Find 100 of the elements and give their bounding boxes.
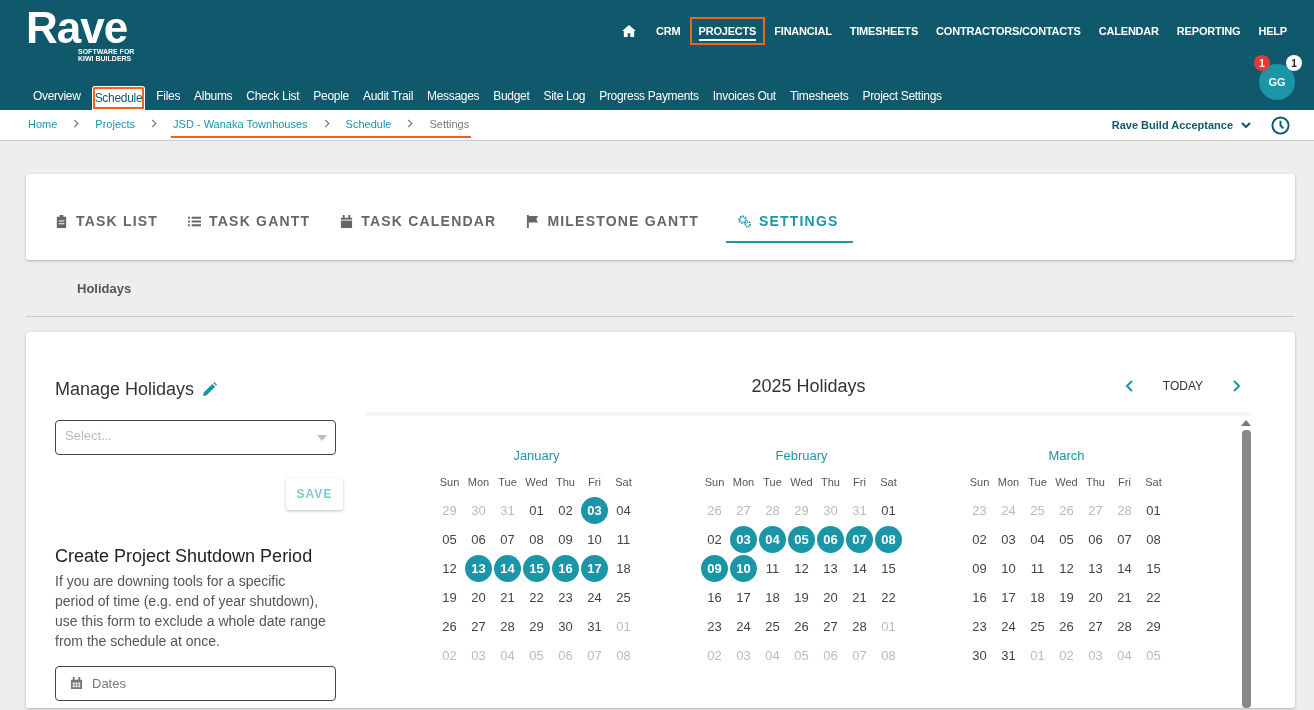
calendar-day[interactable]: 25 xyxy=(1025,614,1050,639)
calendar-day[interactable]: 25 xyxy=(760,614,785,639)
calendar-day[interactable]: 30 xyxy=(553,614,578,639)
calendar-day[interactable]: 09 xyxy=(967,556,992,581)
project-tab[interactable]: Overview xyxy=(26,82,88,110)
calendar-day[interactable]: 01 xyxy=(524,498,549,523)
calendar-day[interactable]: 26 xyxy=(1054,614,1079,639)
calendar-day[interactable]: 11 xyxy=(760,556,785,581)
calendar-day[interactable]: 28 xyxy=(1112,614,1137,639)
calendar-day[interactable]: 23 xyxy=(702,614,727,639)
calendar-day[interactable]: 30 xyxy=(967,643,992,668)
nav-link[interactable]: CONTRACTORS/CONTACTS xyxy=(929,19,1088,43)
notification-badge[interactable]: 1 xyxy=(1254,55,1270,71)
breadcrumb-link[interactable]: JSD - Wanaka Townhouses xyxy=(171,110,310,138)
project-tab[interactable]: Invoices Out xyxy=(705,82,783,110)
calendar-day[interactable]: 27 xyxy=(818,614,843,639)
view-tab[interactable]: TASK GANTT xyxy=(185,201,326,243)
project-tab[interactable]: Project Settings xyxy=(855,82,949,110)
view-tab[interactable]: MILESTONE GANTT xyxy=(523,201,714,243)
today-button[interactable]: TODAY xyxy=(1162,379,1203,393)
calendar-day[interactable]: 11 xyxy=(611,527,636,552)
calendar-day[interactable]: 04 xyxy=(611,498,636,523)
calendar-day[interactable]: 27 xyxy=(1083,614,1108,639)
calendar-day[interactable]: 21 xyxy=(495,585,520,610)
calendar-day[interactable]: 03 xyxy=(996,527,1021,552)
project-tab[interactable]: Files xyxy=(149,82,188,110)
holiday-day[interactable]: 04 xyxy=(759,526,786,553)
breadcrumb-link[interactable]: Home xyxy=(26,110,60,138)
calendar-day[interactable]: 05 xyxy=(1054,527,1079,552)
calendar-day[interactable]: 08 xyxy=(1141,527,1166,552)
calendar-day[interactable]: 05 xyxy=(437,527,462,552)
calendar-day[interactable]: 11 xyxy=(1025,556,1050,581)
project-tab[interactable]: Timesheets xyxy=(782,82,856,110)
notification-badge[interactable]: 1 xyxy=(1286,55,1302,71)
project-tab[interactable]: Audit Trail xyxy=(355,82,420,110)
calendar-day[interactable]: 27 xyxy=(466,614,491,639)
holiday-day[interactable]: 10 xyxy=(730,555,757,582)
nav-link[interactable]: TIMESHEETS xyxy=(842,19,926,43)
holiday-day[interactable]: 03 xyxy=(730,526,757,553)
holiday-day[interactable]: 15 xyxy=(523,555,550,582)
calendar-day[interactable]: 28 xyxy=(495,614,520,639)
project-tab[interactable]: Messages xyxy=(420,82,487,110)
holiday-day[interactable]: 17 xyxy=(581,555,608,582)
calendar-day[interactable]: 13 xyxy=(818,556,843,581)
calendar-day[interactable]: 02 xyxy=(553,498,578,523)
calendar-day[interactable]: 12 xyxy=(789,556,814,581)
calendar-day[interactable]: 22 xyxy=(876,585,901,610)
holiday-day[interactable]: 07 xyxy=(846,526,873,553)
calendar-day[interactable]: 22 xyxy=(1141,585,1166,610)
project-tab[interactable]: Budget xyxy=(486,82,537,110)
calendar-day[interactable]: 19 xyxy=(789,585,814,610)
calendar-day[interactable]: 09 xyxy=(553,527,578,552)
calendar-day[interactable]: 25 xyxy=(611,585,636,610)
view-tab[interactable]: TASK CALENDAR xyxy=(337,201,512,243)
logo-wordmark[interactable]: Rave xyxy=(26,8,128,48)
nav-link[interactable]: CRM xyxy=(649,19,688,43)
calendar-day[interactable]: 20 xyxy=(1083,585,1108,610)
calendar-day[interactable]: 07 xyxy=(1112,527,1137,552)
calendar-day[interactable]: 16 xyxy=(702,585,727,610)
calendar-day[interactable]: 14 xyxy=(1112,556,1137,581)
holiday-day[interactable]: 13 xyxy=(465,555,492,582)
holiday-day[interactable]: 08 xyxy=(875,526,902,553)
calendar-day[interactable]: 24 xyxy=(731,614,756,639)
calendar-day[interactable]: 22 xyxy=(524,585,549,610)
breadcrumb-link[interactable]: Schedule xyxy=(343,110,394,138)
view-tab[interactable]: SETTINGS xyxy=(725,201,853,243)
calendar-day[interactable]: 12 xyxy=(437,556,462,581)
calendar-day[interactable]: 12 xyxy=(1054,556,1079,581)
project-tab[interactable]: Schedule xyxy=(91,86,146,110)
calendar-day[interactable]: 02 xyxy=(702,527,727,552)
holiday-day[interactable]: 14 xyxy=(494,555,521,582)
calendar-day[interactable]: 17 xyxy=(996,585,1021,610)
calendar-day[interactable]: 21 xyxy=(847,585,872,610)
calendar-day[interactable]: 18 xyxy=(611,556,636,581)
calendar-day[interactable]: 15 xyxy=(876,556,901,581)
calendar-day[interactable]: 19 xyxy=(437,585,462,610)
calendar-day[interactable]: 14 xyxy=(847,556,872,581)
calendar-day[interactable]: 31 xyxy=(996,643,1021,668)
holiday-day[interactable]: 06 xyxy=(817,526,844,553)
calendar-day[interactable]: 18 xyxy=(760,585,785,610)
nav-link[interactable]: CALENDAR xyxy=(1091,19,1166,43)
nav-link[interactable]: REPORTING xyxy=(1169,19,1248,43)
calendar-day[interactable]: 23 xyxy=(553,585,578,610)
calendar-day[interactable]: 04 xyxy=(1025,527,1050,552)
calendar-day[interactable]: 21 xyxy=(1112,585,1137,610)
calendar-day[interactable]: 23 xyxy=(967,614,992,639)
holiday-day[interactable]: 09 xyxy=(701,555,728,582)
nav-link[interactable]: FINANCIAL xyxy=(767,19,839,43)
calendar-day[interactable]: 01 xyxy=(876,498,901,523)
calendar-day[interactable]: 29 xyxy=(524,614,549,639)
calendar-day[interactable]: 24 xyxy=(996,614,1021,639)
view-tab[interactable]: TASK LIST xyxy=(52,201,174,243)
calendar-day[interactable]: 13 xyxy=(1083,556,1108,581)
calendar-day[interactable]: 18 xyxy=(1025,585,1050,610)
calendar-day[interactable]: 28 xyxy=(847,614,872,639)
holiday-day[interactable]: 16 xyxy=(552,555,579,582)
holiday-day[interactable]: 05 xyxy=(788,526,815,553)
calendar-day[interactable]: 01 xyxy=(1141,498,1166,523)
calendar-day[interactable]: 06 xyxy=(466,527,491,552)
company-selector[interactable]: Rave Build Acceptance xyxy=(1111,119,1251,131)
